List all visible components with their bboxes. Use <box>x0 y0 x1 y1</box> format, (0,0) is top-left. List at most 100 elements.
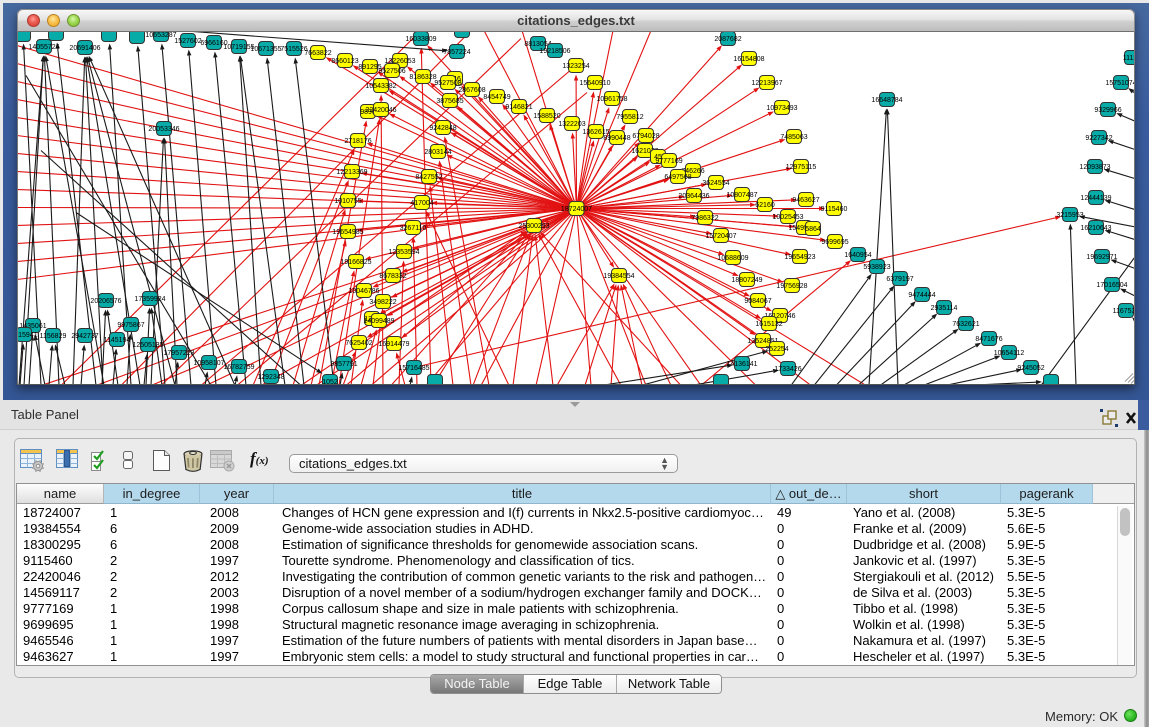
svg-text:6497568: 6497568 <box>664 174 691 181</box>
svg-text:22420046: 22420046 <box>365 107 396 114</box>
svg-text:20691406: 20691406 <box>69 45 100 52</box>
svg-text:12444139: 12444139 <box>1080 195 1111 202</box>
svg-text:2935114: 2935114 <box>931 305 958 312</box>
svg-text:10958107: 10958107 <box>193 360 224 367</box>
svg-text:10807487: 10807487 <box>726 192 757 199</box>
svg-text:10654112: 10654112 <box>994 350 1025 357</box>
svg-text:9777169: 9777169 <box>655 158 682 165</box>
svg-text:3915941: 3915941 <box>18 332 38 339</box>
svg-text:15640910: 15640910 <box>579 80 610 87</box>
svg-text:7857224: 7857224 <box>443 49 470 56</box>
svg-text:16648784: 16648784 <box>871 97 902 104</box>
svg-text:1156829: 1156829 <box>40 333 67 340</box>
svg-text:9245052: 9245052 <box>1017 365 1044 372</box>
svg-text:12975115: 12975115 <box>786 164 817 171</box>
svg-text:15720407: 15720407 <box>705 233 736 240</box>
svg-text:10961758: 10961758 <box>596 96 627 103</box>
svg-text:1733426: 1733426 <box>774 366 801 373</box>
svg-text:19692971: 19692971 <box>1086 254 1117 261</box>
svg-text:7986322: 7986322 <box>691 215 718 222</box>
svg-text:1527602: 1527602 <box>174 38 201 45</box>
svg-text:9146821: 9146821 <box>505 104 532 111</box>
svg-text:16154808: 16154808 <box>733 56 764 63</box>
svg-text:8678332: 8678332 <box>379 273 406 280</box>
svg-text:1145194: 1145194 <box>104 337 131 344</box>
svg-text:18807249: 18807249 <box>731 277 762 284</box>
svg-text:8427552: 8427552 <box>415 174 442 181</box>
svg-text:19166825: 19166825 <box>340 259 371 266</box>
svg-text:1322203: 1322203 <box>558 121 585 128</box>
svg-text:7663822: 7663822 <box>304 50 331 57</box>
svg-text:6379197: 6379197 <box>886 276 913 283</box>
svg-text:20206576: 20206576 <box>90 298 121 305</box>
svg-text:17359924: 17359924 <box>134 296 165 303</box>
svg-text:2942737: 2942737 <box>71 333 98 340</box>
svg-text:7485063: 7485063 <box>780 134 807 141</box>
svg-text:12353594: 12353594 <box>388 249 419 256</box>
svg-text:8471676: 8471676 <box>975 336 1002 343</box>
svg-text:8990448: 8990448 <box>603 135 630 142</box>
svg-text:10653287: 10653287 <box>145 32 176 39</box>
svg-text:5938923: 5938923 <box>863 264 890 271</box>
svg-text:18724007: 18724007 <box>561 206 592 213</box>
svg-text:9463627: 9463627 <box>792 197 819 204</box>
svg-text:7955812: 7955812 <box>616 114 643 121</box>
svg-text:8186328: 8186328 <box>409 74 436 81</box>
svg-text:9329966: 9329966 <box>1094 107 1121 114</box>
svg-text:8660123: 8660123 <box>331 58 358 65</box>
svg-text:20364436: 20364436 <box>678 193 709 200</box>
svg-text:9699695: 9699695 <box>821 239 848 246</box>
svg-text:1292348: 1292348 <box>257 374 284 381</box>
svg-text:9474444: 9474444 <box>908 292 935 299</box>
svg-text:62160: 62160 <box>755 202 775 209</box>
svg-text:12213369: 12213369 <box>336 169 367 176</box>
svg-text:15716485: 15716485 <box>398 365 429 372</box>
svg-text:10025453: 10025453 <box>772 214 803 221</box>
svg-text:2718176: 2718176 <box>344 138 371 145</box>
svg-text:10688609: 10688609 <box>717 255 748 262</box>
svg-text:3875685: 3875685 <box>436 98 463 105</box>
svg-text:6794028: 6794028 <box>632 133 659 140</box>
svg-text:17016504: 17016504 <box>1096 282 1127 289</box>
svg-text:1640954: 1640954 <box>844 252 871 259</box>
svg-text:2867608: 2867608 <box>458 87 485 94</box>
svg-text:3215953: 3215953 <box>1056 212 1083 219</box>
svg-text:3624554: 3624554 <box>702 180 729 187</box>
svg-text:19756928: 19756928 <box>776 283 807 290</box>
svg-text:2803144: 2803144 <box>424 149 451 156</box>
svg-text:1323254: 1323254 <box>562 63 589 70</box>
svg-text:7632621: 7632621 <box>952 321 979 328</box>
svg-text:14055724: 14055724 <box>28 44 59 51</box>
svg-text:10046786: 10046786 <box>348 288 379 295</box>
svg-text:19218506: 19218506 <box>539 48 570 55</box>
svg-text:12505135: 12505135 <box>132 342 163 349</box>
svg-text:12213967: 12213967 <box>751 80 782 87</box>
svg-text:25300293: 25300293 <box>518 223 549 230</box>
svg-text:19654985: 19654985 <box>332 229 363 236</box>
svg-text:14136141: 14136141 <box>726 361 757 368</box>
svg-text:9975867: 9975867 <box>117 322 144 329</box>
svg-text:9084067: 9084067 <box>744 298 771 305</box>
svg-text:2087682: 2087682 <box>714 36 741 43</box>
svg-text:9527508: 9527508 <box>434 80 461 87</box>
svg-text:7625402: 7625402 <box>345 340 372 347</box>
svg-text:12093873: 12093873 <box>1079 164 1110 171</box>
svg-text:1588520: 1588520 <box>533 113 560 120</box>
svg-text:5864: 5864 <box>805 226 821 233</box>
svg-text:1010755: 1010755 <box>334 198 361 205</box>
svg-text:17957223: 17957223 <box>163 350 194 357</box>
svg-text:3267110: 3267110 <box>400 225 427 232</box>
svg-text:14099489: 14099489 <box>363 318 394 325</box>
svg-text:1615132: 1615132 <box>755 321 782 328</box>
svg-text:20053346: 20053346 <box>148 126 179 133</box>
svg-text:417004: 417004 <box>410 200 433 207</box>
svg-text:19384554: 19384554 <box>603 273 634 280</box>
svg-text:16210643: 16210643 <box>1080 225 1111 232</box>
svg-text:11123: 11123 <box>1123 55 1134 62</box>
svg-text:10973493: 10973493 <box>766 105 797 112</box>
svg-text:16914479: 16914479 <box>378 341 409 348</box>
svg-text:10671355: 10671355 <box>250 46 281 53</box>
svg-text:15751074: 15751074 <box>1105 80 1134 87</box>
svg-text:16782759: 16782759 <box>223 364 254 371</box>
svg-text:8454749: 8454749 <box>483 94 510 101</box>
